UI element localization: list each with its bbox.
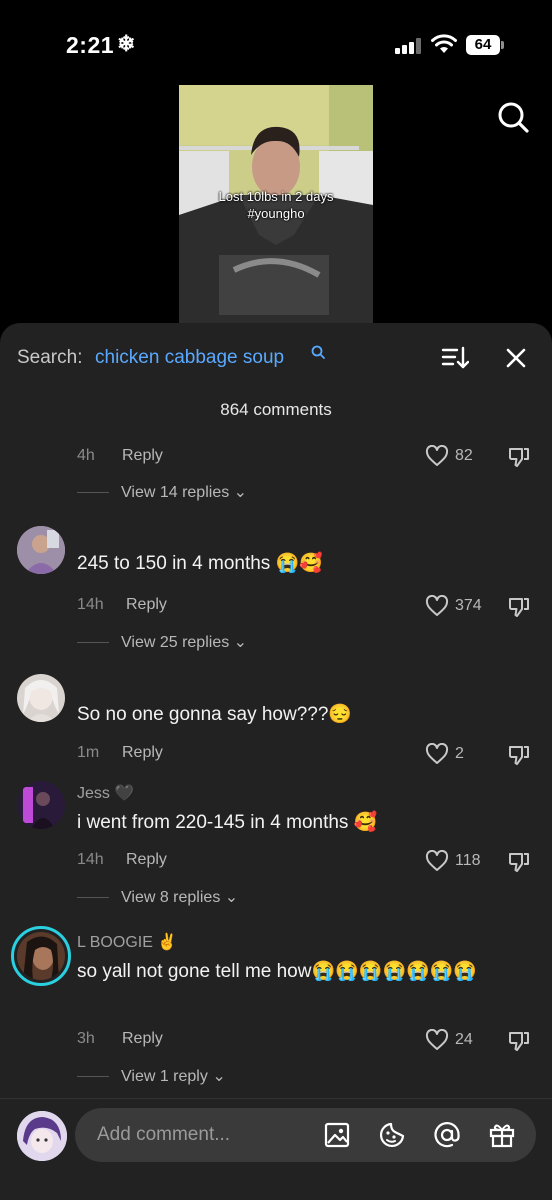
comment-count: 864 comments [220,400,332,419]
view-replies-label: View 8 replies [121,889,221,906]
comment-age: 4h [77,447,95,464]
like-count: 374 [455,597,482,614]
image-icon[interactable] [323,1121,351,1149]
battery-level: 64 [466,35,500,55]
reply-button[interactable]: Reply [122,744,163,762]
view-replies-button[interactable]: View 8 replies ⌄ [77,887,238,907]
battery-icon: 64 [466,35,504,55]
comment-meta: 4h Reply [77,447,163,465]
heart-icon[interactable] [425,595,449,617]
comment-meta: 3h Reply [77,1030,163,1048]
search-icon[interactable] [496,100,530,134]
search-mini-icon [311,345,325,359]
comment-username[interactable]: Jess 🖤 [77,783,134,803]
chevron-down-icon: ⌄ [233,484,248,501]
reply-button[interactable]: Reply [122,447,163,465]
like-count: 24 [455,1031,473,1048]
video-caption-line1: Lost 10lbs in 2 days [218,189,334,204]
video-caption-hashtag: #youngho [247,206,305,221]
comment-age: 3h [77,1030,95,1047]
avatar[interactable] [17,674,65,722]
comment-username[interactable]: L BOOGIE ✌️ [77,932,177,952]
heart-icon[interactable] [425,1029,449,1051]
video-preview[interactable]: Lost 10lbs in 2 days #youngho [179,85,373,330]
dislike-icon[interactable] [507,445,531,469]
comment-text: 245 to 150 in 4 months 😭🥰 [77,553,323,574]
dislike-icon[interactable] [507,743,531,767]
comment-meta: 1m Reply [77,744,163,762]
comment-age: 14h [77,596,104,613]
search-label: Search: [17,347,83,368]
heart-icon[interactable] [425,850,449,872]
reply-button[interactable]: Reply [126,596,167,614]
comment-age: 14h [77,851,104,868]
status-bar: 2:21 ❄ 64 [0,0,552,80]
comment-meta: 14h Reply [77,851,167,869]
close-icon[interactable] [505,347,527,369]
chevron-down-icon: ⌄ [224,889,239,906]
comment-composer-bar [0,1098,552,1200]
add-comment-input[interactable] [97,1108,317,1162]
comment-age: 1m [77,744,100,761]
comment-text: so yall not gone tell me how😭😭😭😭😭😭😭 [77,961,478,982]
dislike-icon[interactable] [507,595,531,619]
view-replies-button[interactable]: View 25 replies ⌄ [77,632,247,652]
search-query-link[interactable]: chicken cabbage soup [95,347,284,369]
current-user-avatar[interactable] [17,1111,67,1161]
view-replies-label: View 1 reply [121,1068,208,1085]
comments-sheet: Search: chicken cabbage soup 864 comment… [0,323,552,1200]
view-replies-label: View 25 replies [121,634,230,651]
comment-text: So no one gonna say how???😔 [77,704,353,725]
reply-button[interactable]: Reply [126,851,167,869]
comment-input-box [75,1108,536,1162]
snowflake-icon: ❄ [117,31,136,56]
comment-meta: 14h Reply [77,596,167,614]
dislike-icon[interactable] [507,1029,531,1053]
cellular-signal-icon [395,38,423,54]
mention-icon[interactable] [433,1121,461,1149]
view-replies-button[interactable]: View 1 reply ⌄ [77,1066,226,1086]
like-count: 82 [455,447,473,464]
sort-icon[interactable] [441,345,469,371]
avatar-with-story-ring[interactable] [11,926,71,986]
dislike-icon[interactable] [507,850,531,874]
comments-header: Search: chicken cabbage soup [0,323,552,393]
chevron-down-icon: ⌄ [212,1068,226,1085]
avatar[interactable] [17,781,65,829]
video-caption: Lost 10lbs in 2 days #youngho [179,188,373,222]
heart-icon[interactable] [425,743,449,765]
like-count: 2 [455,745,464,762]
gift-icon[interactable] [488,1121,516,1149]
comment-text: i went from 220-145 in 4 months 🥰 [77,812,378,833]
like-count: 118 [455,852,481,869]
emoji-sticker-icon[interactable] [378,1121,406,1149]
chevron-down-icon: ⌄ [233,634,248,651]
status-time: 2:21 [66,32,115,58]
view-replies-button[interactable]: View 14 replies ⌄ [77,482,247,502]
view-replies-label: View 14 replies [121,484,230,501]
avatar[interactable] [17,526,65,574]
wifi-icon [431,34,457,53]
reply-button[interactable]: Reply [122,1030,163,1048]
heart-icon[interactable] [425,445,449,467]
